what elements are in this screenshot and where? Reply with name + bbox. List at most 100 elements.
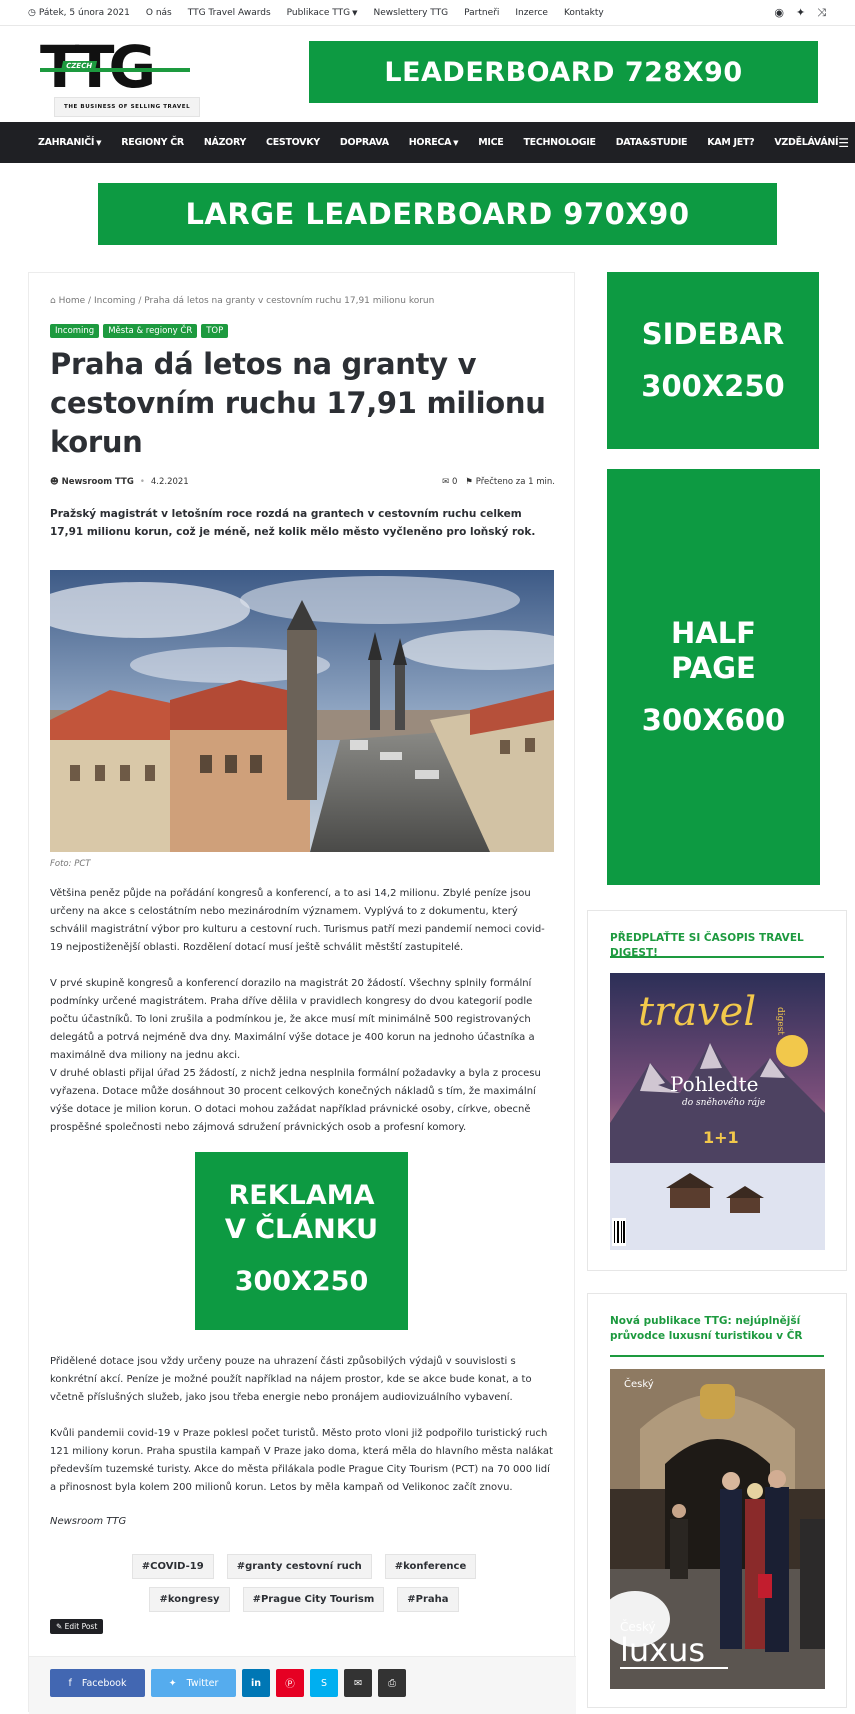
ad-size: 300X600: [641, 703, 786, 737]
ad-label: SIDEBAR: [641, 317, 785, 351]
breadcrumb-separator: /: [88, 296, 92, 306]
ad-label: HALF: [670, 616, 756, 650]
cover-brand-top: Český: [624, 1377, 654, 1390]
tag-covid-19[interactable]: #COVID-19: [131, 1554, 214, 1579]
large-leaderboard-ad[interactable]: LARGE LEADERBOARD 970X90: [98, 183, 777, 245]
tag-praha[interactable]: #Praha: [397, 1587, 459, 1612]
ad-label: PAGE: [671, 651, 756, 685]
nav-item-horeca[interactable]: HORECA ▼: [409, 137, 459, 148]
share-skype-button[interactable]: S: [310, 1669, 338, 1697]
nav-item-nazory[interactable]: NÁZORY: [204, 137, 246, 148]
top-link-contacts[interactable]: Kontakty: [564, 8, 604, 18]
widget-title-underline: [610, 956, 824, 958]
cover-subheadline: do sněhového ráje: [682, 1097, 765, 1108]
clock-icon: ◷: [28, 7, 36, 18]
site-header: TTG CZECH THE BUSINESS OF SELLING TRAVEL…: [0, 26, 855, 122]
tag-granty-cestovni-ruch[interactable]: #granty cestovní ruch: [226, 1554, 372, 1579]
category-mesta-regiony[interactable]: Města & regiony ČR: [103, 324, 198, 338]
top-link-advertising[interactable]: Inzerce: [515, 8, 548, 18]
nav-item-technologie[interactable]: TECHNOLOGIE: [523, 137, 596, 148]
magazine-cover-image: Český Český luxus: [610, 1369, 825, 1689]
caret-down-icon: ▼: [352, 8, 358, 17]
comments-count[interactable]: ✉ 0: [442, 477, 457, 487]
top-link-partners[interactable]: Partneři: [464, 8, 499, 18]
cover-brand-sub: digest: [775, 1007, 785, 1035]
share-pinterest-button[interactable]: Ⓟ: [276, 1669, 304, 1697]
breadcrumb-current: Praha dá letos na granty v cestovním ruc…: [144, 296, 435, 306]
cover-number: 1+1: [703, 1128, 739, 1147]
nav-item-vzdelavani[interactable]: VZDĚLÁVÁNÍ: [774, 137, 838, 148]
nav-item-kam-jet[interactable]: KAM JET?: [707, 137, 754, 148]
cover-headline: Pohledte: [670, 1072, 758, 1096]
breadcrumb: ⌂ Home / Incoming / Praha dá letos na gr…: [50, 296, 434, 306]
facebook-icon[interactable]: ◉: [774, 6, 784, 20]
share-twitter-button[interactable]: ✦ Twitter: [151, 1669, 236, 1697]
tag-prague-city-tourism[interactable]: #Prague City Tourism: [242, 1587, 385, 1612]
logo-badge: CZECH: [60, 61, 98, 71]
half-page-ad[interactable]: HALF PAGE 300X600: [607, 469, 820, 885]
share-email-button[interactable]: ✉: [344, 1669, 372, 1697]
tag-konference[interactable]: #konference: [384, 1554, 477, 1579]
ad-size: 300X250: [234, 1266, 369, 1297]
article-paragraph: Většina peněz půjde na pořádání kongresů…: [50, 888, 545, 953]
breadcrumb-section[interactable]: Incoming: [94, 296, 136, 306]
breadcrumb-separator: /: [138, 296, 142, 306]
article-container: ⌂ Home / Incoming / Praha dá letos na gr…: [28, 272, 576, 1714]
article-date: 4.2.2021: [150, 477, 189, 487]
pencil-icon: ✎: [56, 1622, 65, 1631]
main-nav: ZAHRANIČÍ ▼ REGIONY ČR NÁZORY CESTOVKY DO…: [0, 122, 855, 163]
skype-icon: S: [320, 1677, 328, 1689]
share-linkedin-button[interactable]: in: [242, 1669, 270, 1697]
nav-item-zahranici[interactable]: ZAHRANIČÍ ▼: [38, 137, 102, 148]
email-icon: ✉: [354, 1677, 362, 1689]
travel-digest-cover[interactable]: travel digest Pohledte do sněhového ráje…: [610, 973, 825, 1250]
article-lead: Pražský magistrát v letošním roce rozdá …: [50, 508, 536, 538]
photo-caption: Foto: PCT: [50, 859, 91, 869]
category-incoming[interactable]: Incoming: [50, 324, 100, 338]
nav-item-cestovky[interactable]: CESTOVKY: [266, 137, 320, 148]
comment-icon: ✉: [442, 477, 450, 487]
in-article-ad[interactable]: REKLAMA V ČLÁNKU 300X250: [195, 1152, 408, 1330]
menu-icon[interactable]: ☰: [838, 136, 849, 150]
tag-kongresy[interactable]: #kongresy: [149, 1587, 230, 1612]
print-button[interactable]: ⎙: [378, 1669, 406, 1697]
meta-separator: •: [139, 477, 145, 487]
category-list: Incoming Města & regiony ČR TOP: [50, 324, 229, 338]
tag-list: #COVID-19 #granty cestovní ruch #konfere…: [89, 1554, 519, 1612]
nav-item-mice[interactable]: MICE: [478, 137, 504, 148]
nav-item-data-studie[interactable]: DATA&STUDIE: [616, 137, 688, 148]
site-logo[interactable]: TTG CZECH THE BUSINESS OF SELLING TRAVEL: [40, 38, 201, 117]
article-signature: Newsroom TTG: [50, 1516, 127, 1527]
edit-post-button[interactable]: ✎ Edit Post: [50, 1619, 104, 1634]
linkedin-icon: in: [250, 1677, 262, 1689]
top-link-awards[interactable]: TTG Travel Awards: [188, 8, 271, 18]
nav-item-doprava[interactable]: DOPRAVA: [340, 137, 389, 148]
top-link-about[interactable]: O nás: [146, 8, 172, 18]
twitter-icon: ✦: [168, 1677, 177, 1689]
cover-brand: travel: [638, 989, 756, 1035]
leaderboard-ad[interactable]: LEADERBOARD 728X90: [309, 41, 818, 103]
article-meta: ☻ Newsroom TTG • 4.2.2021 ✉ 0 ⚑ Přečteno…: [50, 477, 555, 487]
user-icon: ☻: [50, 477, 62, 487]
breadcrumb-home[interactable]: Home: [59, 296, 86, 306]
read-time: ⚑ Přečteno za 1 min.: [465, 477, 555, 487]
top-link-publications[interactable]: Publikace TTG ▼: [287, 8, 358, 18]
twitter-icon[interactable]: ✦: [796, 6, 805, 20]
share-facebook-button[interactable]: f Facebook: [50, 1669, 145, 1697]
article-paragraph: Kvůli pandemii covid-19 v Praze poklesl …: [50, 1428, 553, 1493]
top-bar: ◷ Pátek, 5 února 2021 O nás TTG Travel A…: [0, 0, 855, 26]
cesky-luxus-cover[interactable]: Český Český luxus: [610, 1369, 825, 1689]
shuffle-icon[interactable]: ⤨: [817, 6, 826, 20]
article-paragraph: V prvé skupině kongresů a konferencí dor…: [50, 978, 535, 1061]
nav-item-regiony[interactable]: REGIONY ČR: [121, 137, 184, 148]
date-display: ◷ Pátek, 5 února 2021: [28, 7, 130, 18]
category-top[interactable]: TOP: [201, 324, 229, 338]
sidebar-ad[interactable]: SIDEBAR 300X250: [607, 272, 819, 449]
bookmark-icon: ⚑: [465, 477, 474, 487]
top-link-newsletters[interactable]: Newslettery TTG: [373, 8, 448, 18]
article-photo[interactable]: [50, 570, 554, 852]
ad-label: V ČLÁNKU: [224, 1214, 379, 1245]
caret-down-icon: ▼: [96, 139, 102, 147]
article-author[interactable]: Newsroom TTG: [62, 477, 134, 487]
caret-down-icon: ▼: [453, 139, 459, 147]
